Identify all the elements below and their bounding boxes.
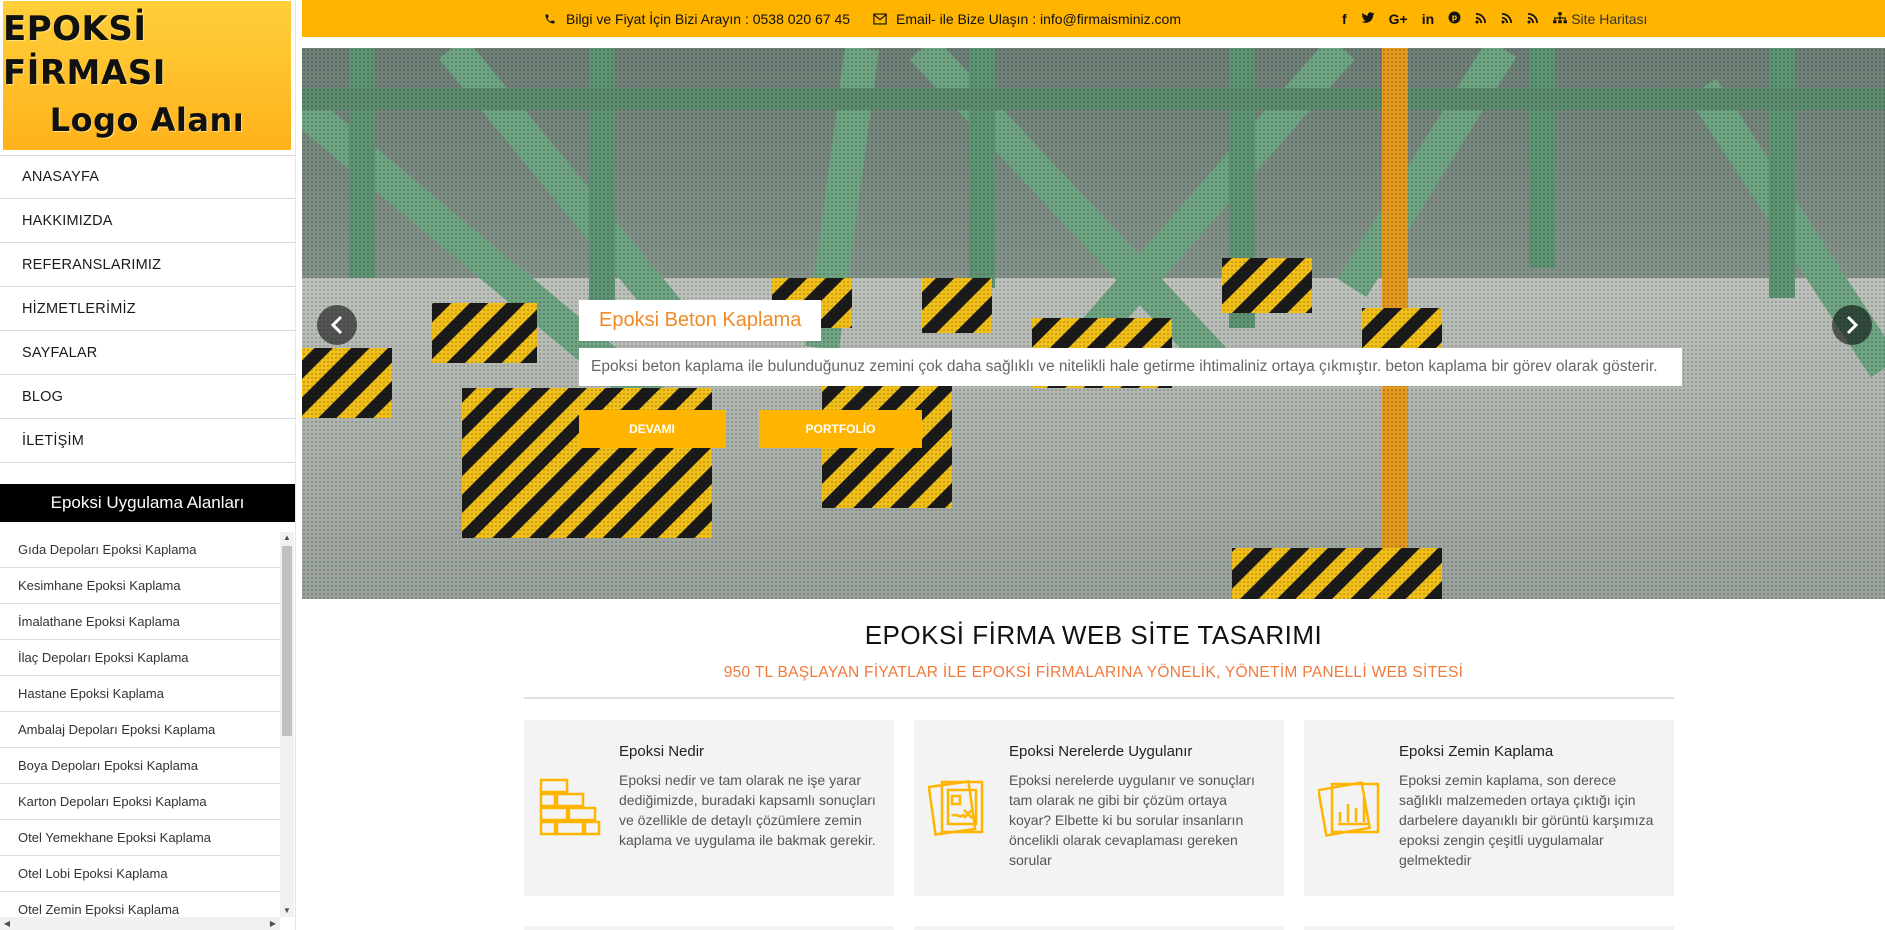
scrollbar-thumb[interactable] — [282, 546, 292, 736]
chevron-right-icon — [1846, 315, 1859, 335]
feature-card[interactable]: Epoksi Nerelerde Uygulanır Epoksi nerele… — [914, 720, 1284, 896]
section-subtitle: 950 TL BAŞLAYAN FİYATLAR İLE EPOKSİ FİRM… — [723, 664, 1464, 681]
sidebar: EPOKSİ FİRMASI Logo Alanı ANASAYFA HAKKI… — [0, 0, 296, 930]
nav-item-iletisim[interactable]: İLETİŞİM — [0, 419, 295, 463]
scroll-left-icon[interactable]: ◀ — [0, 917, 14, 930]
pinterest-icon[interactable]: p — [1448, 11, 1461, 27]
nav-item-label: BLOG — [22, 388, 64, 405]
feature-card — [1304, 926, 1674, 930]
list-item[interactable]: Hastane Epoksi Kaplama — [0, 676, 280, 712]
logo[interactable]: EPOKSİ FİRMASI Logo Alanı — [3, 1, 291, 150]
list-item[interactable]: Otel Yemekhane Epoksi Kaplama — [0, 820, 280, 856]
list-item[interactable]: Otel Zemin Epoksi Kaplama — [0, 892, 280, 917]
devami-button[interactable]: DEVAMI — [579, 410, 725, 448]
list-item[interactable]: Boya Depoları Epoksi Kaplama — [0, 748, 280, 784]
list-item-label: İlaç Depoları Epoksi Kaplama — [18, 650, 189, 665]
scroll-right-icon[interactable]: ▶ — [266, 917, 280, 930]
list-item-label: Otel Lobi Epoksi Kaplama — [18, 866, 168, 881]
logo-line-1: EPOKSİ FİRMASI — [3, 8, 166, 93]
apps-header: Epoksi Uygulama Alanları — [0, 484, 295, 522]
bricks-icon — [538, 776, 602, 845]
list-item[interactable]: İlaç Depoları Epoksi Kaplama — [0, 640, 280, 676]
list-item[interactable]: Gıda Depoları Epoksi Kaplama — [0, 532, 280, 568]
list-item[interactable]: İmalathane Epoksi Kaplama — [0, 604, 280, 640]
list-item-label: Otel Yemekhane Epoksi Kaplama — [18, 830, 211, 845]
nav-item-label: HAKKIMIZDA — [22, 212, 113, 229]
nav-item-sayfalar[interactable]: SAYFALAR — [0, 331, 295, 375]
phone-text[interactable]: Bilgi ve Fiyat İçin Bizi Arayın : 0538 0… — [566, 11, 850, 27]
slide-title: Epoksi Beton Kaplama — [579, 300, 822, 341]
google-plus-icon[interactable]: G+ — [1389, 11, 1408, 27]
email-text[interactable]: Email- ile Bize Ulaşın : info@firmaismin… — [896, 11, 1181, 27]
scroll-up-icon[interactable]: ▲ — [280, 532, 294, 544]
sitemap-icon — [1553, 11, 1568, 27]
feature-card — [914, 926, 1284, 930]
nav-item-label: ANASAYFA — [22, 169, 100, 185]
phone-icon — [542, 11, 558, 27]
nav-item-hakkimizda[interactable]: HAKKIMIZDA — [0, 199, 295, 243]
list-item[interactable]: Ambalaj Depoları Epoksi Kaplama — [0, 712, 280, 748]
social-links: f G+ in p Site Haritası — [1342, 0, 1647, 37]
list-item-label: Gıda Depoları Epoksi Kaplama — [18, 542, 197, 557]
top-bar: Bilgi ve Fiyat İçin Bizi Arayın : 0538 0… — [302, 0, 1885, 37]
section-title: EPOKSİ FİRMA WEB SİTE TASARIMI — [864, 620, 1323, 650]
list-item[interactable]: Otel Lobi Epoksi Kaplama — [0, 856, 280, 892]
blueprint-icon — [927, 776, 992, 845]
hero-slider: Epoksi Beton Kaplama Epoksi beton kaplam… — [302, 48, 1885, 599]
main-nav: ANASAYFA HAKKIMIZDA REFERANSLARIMIZ HİZM… — [0, 155, 295, 463]
card-title: Epoksi Nedir — [619, 743, 705, 760]
chevron-left-icon — [330, 315, 343, 335]
feature-card[interactable]: Epoksi Zemin Kaplama Epoksi zemin kaplam… — [1304, 720, 1674, 896]
nav-item-hizmetlerimiz[interactable]: HİZMETLERİMİZ — [0, 287, 295, 331]
card-text: Epoksi nerelerde uygulanır ve sonuçları … — [1009, 772, 1255, 868]
apps-list: Gıda Depoları Epoksi Kaplama Kesimhane E… — [0, 532, 280, 917]
card-text: Epoksi zemin kaplama, son derece sağlıkl… — [1399, 772, 1654, 868]
nav-item-label: İLETİŞİM — [22, 432, 85, 449]
horizontal-scrollbar[interactable]: ◀ ▶ — [0, 917, 280, 930]
logo-line-2: Logo Alanı — [49, 100, 245, 139]
list-item-label: Ambalaj Depoları Epoksi Kaplama — [18, 722, 216, 737]
rss-icon[interactable] — [1475, 11, 1487, 27]
list-item-label: Boya Depoları Epoksi Kaplama — [18, 758, 198, 773]
card-title: Epoksi Nerelerde Uygulanır — [1009, 743, 1193, 760]
nav-item-label: HİZMETLERİMİZ — [22, 300, 136, 317]
sitemap-link[interactable]: Site Haritası — [1553, 11, 1647, 27]
feature-card — [524, 926, 894, 930]
scroll-down-icon[interactable]: ▼ — [280, 905, 294, 917]
rss-icon[interactable] — [1501, 11, 1513, 27]
chart-document-icon — [1316, 776, 1382, 845]
contact-info: Bilgi ve Fiyat İçin Bizi Arayın : 0538 0… — [542, 0, 1181, 37]
list-item-label: Karton Depoları Epoksi Kaplama — [18, 794, 207, 809]
slider-prev-button[interactable] — [317, 305, 357, 345]
list-item-label: Otel Zemin Epoksi Kaplama — [18, 902, 180, 917]
list-item[interactable]: Karton Depoları Epoksi Kaplama — [0, 784, 280, 820]
section-divider — [524, 697, 1674, 699]
sitemap-label: Site Haritası — [1571, 10, 1648, 27]
nav-item-referanslarimiz[interactable]: REFERANSLARIMIZ — [0, 243, 295, 287]
feature-card[interactable]: Epoksi Nedir Epoksi nedir ve tam olarak … — [524, 720, 894, 896]
nav-item-label: SAYFALAR — [22, 344, 98, 361]
nav-item-label: REFERANSLARIMIZ — [22, 256, 162, 273]
card-title: Epoksi Zemin Kaplama — [1399, 743, 1554, 760]
hero-dot-overlay — [302, 48, 1885, 599]
nav-item-blog[interactable]: BLOG — [0, 375, 295, 419]
svg-text:p: p — [1452, 13, 1458, 22]
facebook-icon[interactable]: f — [1342, 11, 1347, 27]
list-item-label: Hastane Epoksi Kaplama — [18, 686, 164, 701]
rss-icon[interactable] — [1527, 11, 1539, 27]
portfolio-button[interactable]: PORTFOLİO — [759, 410, 922, 448]
twitter-icon[interactable] — [1361, 11, 1375, 27]
list-item-label: Kesimhane Epoksi Kaplama — [18, 578, 181, 593]
card-text: Epoksi nedir ve tam olarak ne işe yarar … — [619, 772, 876, 848]
slide-text: Epoksi beton kaplama ile bulunduğunuz ze… — [579, 348, 1682, 386]
nav-item-anasayfa[interactable]: ANASAYFA — [0, 155, 295, 199]
list-item-label: İmalathane Epoksi Kaplama — [18, 614, 180, 629]
vertical-scrollbar[interactable]: ▲ ▼ — [280, 532, 294, 917]
envelope-icon — [872, 11, 888, 27]
list-item[interactable]: Kesimhane Epoksi Kaplama — [0, 568, 280, 604]
linkedin-icon[interactable]: in — [1422, 11, 1434, 27]
slider-next-button[interactable] — [1832, 305, 1872, 345]
